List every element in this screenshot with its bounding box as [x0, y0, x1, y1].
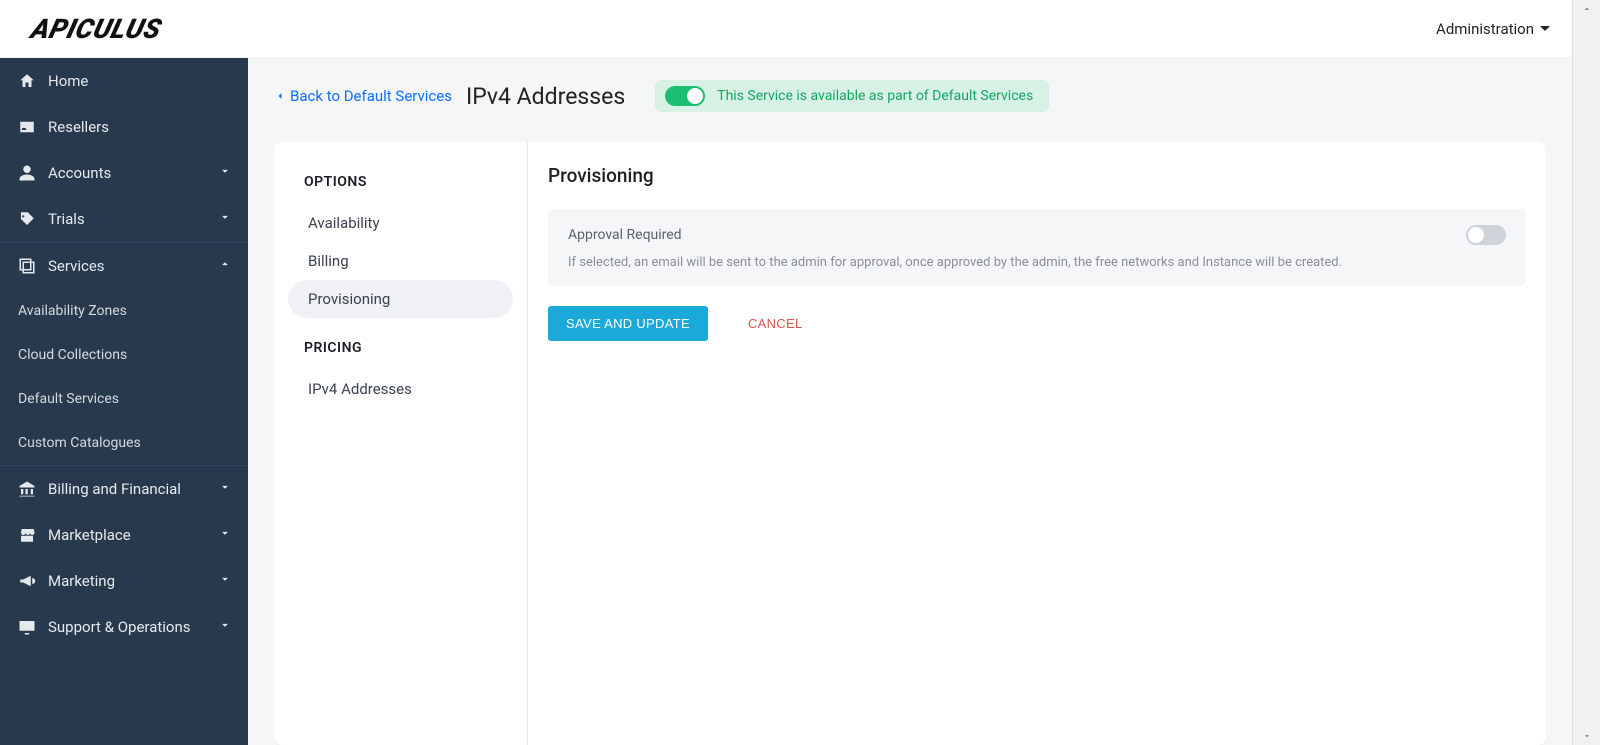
approval-required-description: If selected, an email will be sent to th…: [568, 255, 1506, 270]
sidebar-item-label: Support & Operations: [48, 618, 191, 636]
sidebar-item-label: Services: [48, 257, 105, 275]
chevron-down-icon: [218, 526, 232, 544]
administration-menu[interactable]: Administration: [1436, 20, 1550, 38]
settings-nav: OPTIONS Availability Billing Provisionin…: [274, 142, 528, 745]
back-link-label: Back to Default Services: [290, 87, 452, 105]
scroll-down-arrow-icon[interactable]: [1573, 727, 1600, 745]
home-icon: [18, 72, 36, 90]
sidebar-item-billing-financial[interactable]: Billing and Financial: [0, 466, 248, 512]
layers-icon: [18, 257, 36, 275]
service-available-toggle[interactable]: [665, 86, 705, 106]
top-bar: APICULUS Administration: [0, 0, 1572, 58]
chevron-down-icon: [218, 572, 232, 590]
chevron-down-icon: [218, 480, 232, 498]
service-availability-badge: This Service is available as part of Def…: [655, 80, 1049, 112]
page-title: IPv4 Addresses: [466, 83, 625, 110]
sidebar-item-support-operations[interactable]: Support & Operations: [0, 604, 248, 650]
cancel-button[interactable]: CANCEL: [748, 316, 803, 331]
sidebar-item-label: Resellers: [48, 118, 109, 136]
settings-panel: Provisioning Approval Required If select…: [528, 142, 1546, 745]
settings-card: OPTIONS Availability Billing Provisionin…: [274, 142, 1546, 745]
approval-panel: Approval Required If selected, an email …: [548, 209, 1526, 286]
monitor-icon: [18, 618, 36, 636]
approval-required-label: Approval Required: [568, 227, 682, 243]
chevron-up-icon: [218, 257, 232, 275]
sidebar-item-label: Billing and Financial: [48, 480, 181, 498]
chevron-left-icon: [274, 90, 286, 102]
option-availability[interactable]: Availability: [288, 204, 513, 242]
section-title: Provisioning: [548, 164, 1526, 187]
user-icon: [18, 164, 36, 182]
options-header: OPTIONS: [288, 166, 513, 204]
sidebar-item-marketing[interactable]: Marketing: [0, 558, 248, 604]
bank-icon: [18, 480, 36, 498]
tag-icon: [18, 210, 36, 228]
sidebar-item-services[interactable]: Services: [0, 243, 248, 289]
page-header: Back to Default Services IPv4 Addresses …: [248, 58, 1572, 142]
sidebar-item-label: Home: [48, 72, 88, 90]
window-scrollbar[interactable]: [1572, 0, 1600, 745]
id-card-icon: [18, 118, 36, 136]
approval-required-toggle[interactable]: [1466, 225, 1506, 245]
chevron-down-icon: [218, 618, 232, 636]
scroll-up-arrow-icon[interactable]: [1573, 0, 1600, 18]
sidebar-item-home[interactable]: Home: [0, 58, 248, 104]
sidebar-item-accounts[interactable]: Accounts: [0, 150, 248, 196]
option-billing[interactable]: Billing: [288, 242, 513, 280]
sidebar-subitem-cloud-collections[interactable]: Cloud Collections: [0, 333, 248, 377]
sidebar-item-label: Marketing: [48, 572, 115, 590]
megaphone-icon: [18, 572, 36, 590]
store-icon: [18, 526, 36, 544]
administration-menu-label: Administration: [1436, 20, 1534, 38]
pricing-ipv4-addresses[interactable]: IPv4 Addresses: [288, 370, 513, 408]
sidebar-item-label: Trials: [48, 210, 85, 228]
sidebar-subitem-default-services[interactable]: Default Services: [0, 377, 248, 421]
back-link[interactable]: Back to Default Services: [274, 87, 452, 105]
service-availability-text: This Service is available as part of Def…: [717, 88, 1033, 104]
sidebar-subitem-custom-catalogues[interactable]: Custom Catalogues: [0, 421, 248, 466]
sidebar-item-label: Marketplace: [48, 526, 131, 544]
chevron-down-icon: [218, 210, 232, 228]
actions-row: SAVE AND UPDATE CANCEL: [548, 306, 1526, 341]
logo: APICULUS: [32, 13, 161, 45]
sidebar-item-marketplace[interactable]: Marketplace: [0, 512, 248, 558]
option-provisioning[interactable]: Provisioning: [288, 280, 513, 318]
sidebar-subitem-availability-zones[interactable]: Availability Zones: [0, 289, 248, 333]
sidebar-item-label: Accounts: [48, 164, 111, 182]
content-area: Back to Default Services IPv4 Addresses …: [248, 58, 1572, 745]
chevron-down-icon: [218, 164, 232, 182]
sidebar-item-trials[interactable]: Trials: [0, 196, 248, 243]
caret-down-icon: [1540, 26, 1550, 31]
save-update-button[interactable]: SAVE AND UPDATE: [548, 306, 708, 341]
pricing-header: PRICING: [288, 332, 513, 370]
sidebar-item-resellers[interactable]: Resellers: [0, 104, 248, 150]
sidebar: Home Resellers Accounts: [0, 58, 248, 745]
